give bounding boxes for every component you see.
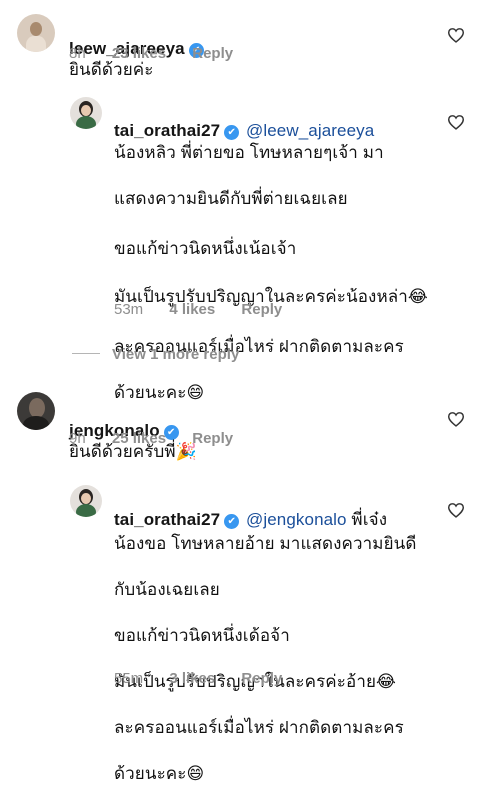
divider xyxy=(72,353,100,354)
comment-text: น้องหลิว พี่ต่ายขอ โทษหลายๆเจ้า มา แสดงค… xyxy=(114,120,428,426)
likes-count[interactable]: 3 likes xyxy=(169,670,215,687)
comment-text: น้องขอ โทษหลายอ้าย มาแสดงความยินดี กับน้… xyxy=(114,511,417,807)
comment-text: ยินดีด้วยค่ะ xyxy=(69,60,154,79)
avatar[interactable] xyxy=(70,485,102,517)
likes-count[interactable]: 25 likes xyxy=(112,430,166,447)
reply-button[interactable]: Reply xyxy=(192,45,233,62)
comment-line: ด้วยนะคะ😄 xyxy=(114,764,205,783)
heart-outline-icon[interactable] xyxy=(447,502,465,518)
comment-line: น้องขอ โทษหลายอ้าย มาแสดงความยินดี xyxy=(114,534,417,553)
timestamp: 9h xyxy=(69,430,86,447)
avatar[interactable] xyxy=(17,14,55,52)
timestamp: 8h xyxy=(69,45,86,62)
comment-line: ขอแก้ข่าวนิดหนึ่งเด้อจ้า xyxy=(114,626,290,645)
reply-button[interactable]: Reply xyxy=(241,670,282,687)
view-more-replies-button[interactable]: View 1 more reply xyxy=(72,346,239,363)
heart-outline-icon[interactable] xyxy=(447,411,465,427)
heart-outline-icon[interactable] xyxy=(447,27,465,43)
timestamp: 55m xyxy=(114,670,144,687)
heart-outline-icon[interactable] xyxy=(447,114,465,130)
avatar[interactable] xyxy=(70,97,102,129)
comment-line: กับน้องเฉยเลย xyxy=(114,580,220,599)
view-more-label: View 1 more reply xyxy=(112,346,240,363)
avatar[interactable] xyxy=(17,392,55,430)
reply-button[interactable]: Reply xyxy=(192,430,233,447)
timestamp: 53m xyxy=(114,301,144,318)
likes-count[interactable]: 23 likes xyxy=(112,45,166,62)
reply-button[interactable]: Reply xyxy=(241,301,282,318)
comment-line: น้องหลิว พี่ต่ายขอ โทษหลายๆเจ้า มา xyxy=(114,143,384,162)
likes-count[interactable]: 4 likes xyxy=(169,301,215,318)
comment-line: ขอแก้ข่าวนิดหนึ่งเน้อเจ้า xyxy=(114,239,297,258)
comment-line: ละครออนแอร์เมื่อไหร่ ฝากติดตามละคร xyxy=(114,718,404,737)
comment-line: แสดงความยินดีกับพี่ต่ายเฉยเลย xyxy=(114,189,348,208)
